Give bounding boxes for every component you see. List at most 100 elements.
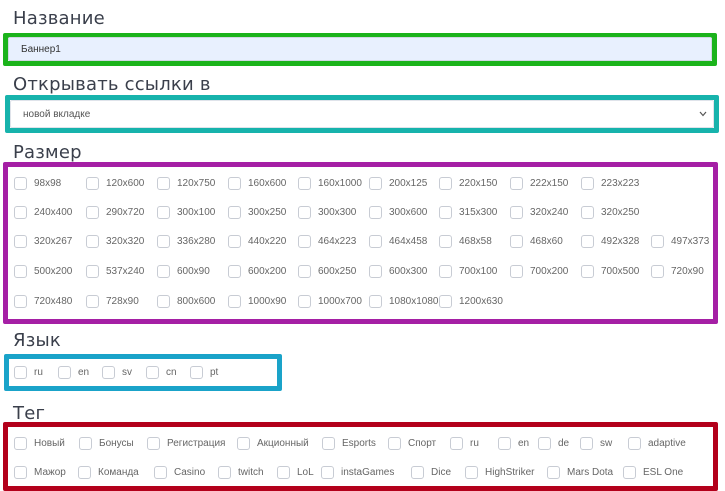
size-checkbox[interactable] [510,176,523,190]
size-option[interactable]: 464x223 [298,234,356,248]
tag-option[interactable]: sw [580,436,612,450]
size-checkbox[interactable] [14,205,27,219]
size-option[interactable]: 300x600 [369,205,427,219]
tag-option[interactable]: HighStriker [465,465,534,479]
size-option[interactable]: 537x240 [86,264,144,278]
size-option[interactable]: 497x373 [651,234,709,248]
size-checkbox[interactable] [298,234,311,248]
tag-checkbox[interactable] [237,436,250,450]
tag-checkbox[interactable] [580,436,593,450]
size-checkbox[interactable] [298,264,311,278]
tag-option[interactable]: en [498,436,529,450]
size-checkbox[interactable] [510,264,523,278]
size-checkbox[interactable] [157,176,170,190]
size-checkbox[interactable] [298,176,311,190]
tag-option[interactable]: LoL [277,465,314,479]
size-checkbox[interactable] [439,205,452,219]
language-checkbox[interactable] [102,365,115,379]
tag-option[interactable]: Спорт [388,436,436,450]
size-option[interactable]: 300x250 [228,205,286,219]
size-option[interactable]: 315x300 [439,205,497,219]
language-option[interactable]: pt [190,365,218,379]
size-option[interactable]: 320x240 [510,205,568,219]
size-option[interactable]: 222x150 [510,176,568,190]
tag-checkbox[interactable] [450,436,463,450]
size-option[interactable]: 700x200 [510,264,568,278]
size-checkbox[interactable] [369,294,382,308]
tag-option[interactable]: adaptive [628,436,686,450]
tag-checkbox[interactable] [78,465,91,479]
size-option[interactable]: 200x125 [369,176,427,190]
size-option[interactable]: 160x600 [228,176,286,190]
tag-checkbox[interactable] [14,436,27,450]
size-option[interactable]: 290x720 [86,205,144,219]
tag-checkbox[interactable] [321,465,334,479]
size-checkbox[interactable] [14,294,27,308]
size-checkbox[interactable] [369,234,382,248]
language-checkbox[interactable] [146,365,159,379]
language-checkbox[interactable] [58,365,71,379]
tag-option[interactable]: Mars Dota [547,465,613,479]
size-option[interactable]: 440x220 [228,234,286,248]
tag-option[interactable]: de [538,436,569,450]
size-option[interactable]: 1080x1080 [369,294,439,308]
tag-checkbox[interactable] [277,465,290,479]
size-checkbox[interactable] [86,205,99,219]
size-checkbox[interactable] [157,234,170,248]
size-checkbox[interactable] [581,234,594,248]
size-checkbox[interactable] [14,264,27,278]
size-checkbox[interactable] [581,264,594,278]
size-option[interactable]: 468x58 [439,234,492,248]
size-checkbox[interactable] [369,264,382,278]
size-option[interactable]: 600x250 [298,264,356,278]
tag-checkbox[interactable] [147,436,160,450]
tag-option[interactable]: Esports [322,436,376,450]
name-input[interactable]: Баннер1 [8,37,712,61]
size-option[interactable]: 336x280 [157,234,215,248]
tag-checkbox[interactable] [14,465,27,479]
language-option[interactable]: ru [14,365,43,379]
language-option[interactable]: sv [102,365,132,379]
size-checkbox[interactable] [228,264,241,278]
tag-checkbox[interactable] [547,465,560,479]
language-option[interactable]: cn [146,365,177,379]
size-option[interactable]: 468x60 [510,234,563,248]
size-option[interactable]: 1000x700 [298,294,362,308]
size-checkbox[interactable] [581,205,594,219]
size-checkbox[interactable] [14,176,27,190]
size-option[interactable]: 223x223 [581,176,639,190]
size-checkbox[interactable] [581,176,594,190]
size-checkbox[interactable] [439,294,452,308]
size-checkbox[interactable] [510,234,523,248]
tag-option[interactable]: Dice [411,465,451,479]
tag-option[interactable]: Бонусы [79,436,134,450]
open-links-select[interactable]: новой вкладке [10,100,714,128]
tag-checkbox[interactable] [218,465,231,479]
size-checkbox[interactable] [228,234,241,248]
size-option[interactable]: 320x320 [86,234,144,248]
size-option[interactable]: 1200x630 [439,294,503,308]
tag-option[interactable]: Команда [78,465,139,479]
tag-checkbox[interactable] [322,436,335,450]
size-checkbox[interactable] [439,176,452,190]
size-checkbox[interactable] [298,205,311,219]
size-checkbox[interactable] [651,264,664,278]
size-option[interactable]: 492x328 [581,234,639,248]
size-checkbox[interactable] [510,205,523,219]
size-checkbox[interactable] [298,294,311,308]
size-option[interactable]: 320x267 [14,234,72,248]
size-option[interactable]: 160x1000 [298,176,362,190]
size-checkbox[interactable] [86,264,99,278]
size-option[interactable]: 600x90 [157,264,210,278]
size-checkbox[interactable] [86,234,99,248]
size-option[interactable]: 700x500 [581,264,639,278]
tag-checkbox[interactable] [628,436,641,450]
tag-option[interactable]: Casino [154,465,205,479]
tag-option[interactable]: instaGames [321,465,394,479]
size-option[interactable]: 728x90 [86,294,139,308]
size-option[interactable]: 1000x90 [228,294,286,308]
size-option[interactable]: 300x300 [298,205,356,219]
size-option[interactable]: 600x200 [228,264,286,278]
size-checkbox[interactable] [439,234,452,248]
size-checkbox[interactable] [157,264,170,278]
